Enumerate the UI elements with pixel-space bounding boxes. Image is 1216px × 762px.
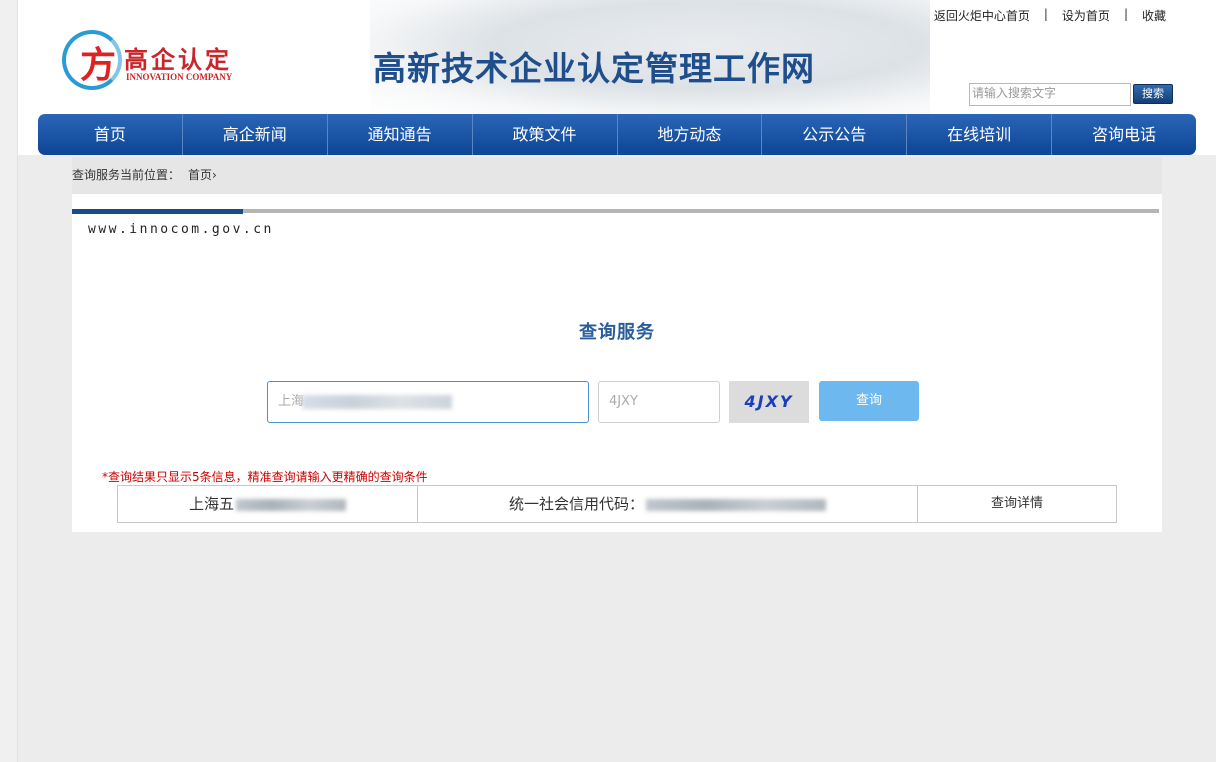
bookmark-link[interactable]: 收藏 xyxy=(1142,7,1166,24)
breadcrumb-arrow-icon: › xyxy=(212,168,217,182)
redacted-text xyxy=(302,395,452,409)
captcha-input[interactable]: 4JXY xyxy=(598,381,720,423)
nav-item-news[interactable]: 高企新闻 xyxy=(183,114,328,155)
result-credit-code: 统一社会信用代码： xyxy=(418,486,918,522)
nav-item-announcements[interactable]: 公示公告 xyxy=(762,114,908,155)
breadcrumb: 查询服务当前位置： 首页› xyxy=(72,157,1162,194)
page-left-edge xyxy=(0,0,18,762)
site-header: 返回火炬中心首页 | 设为首页 | 收藏 方 高企认定 INNOVATION C… xyxy=(40,0,1196,114)
top-links: 返回火炬中心首页 | 设为首页 | 收藏 xyxy=(934,7,1166,24)
breadcrumb-home-link[interactable]: 首页 xyxy=(188,168,212,182)
table-row: 上海五 统一社会信用代码： 查询详情 xyxy=(117,485,1117,523)
result-company-name: 上海五 xyxy=(118,486,418,522)
logo-text-en: INNOVATION COMPANY xyxy=(126,72,233,82)
divider-accent xyxy=(72,209,243,214)
captcha-image[interactable]: 4JXY xyxy=(729,381,809,423)
redacted-text xyxy=(646,498,826,511)
site-title: 高新技术企业认定管理工作网 xyxy=(373,49,815,88)
separator: | xyxy=(1043,7,1048,21)
logo[interactable]: 方 高企认定 INNOVATION COMPANY xyxy=(62,28,252,94)
query-button[interactable]: 查询 xyxy=(819,381,919,421)
nav-item-local[interactable]: 地方动态 xyxy=(618,114,763,155)
query-title: 查询服务 xyxy=(579,322,655,343)
logo-text-cn: 高企认定 xyxy=(124,46,232,74)
main-nav: 首页 高企新闻 通知通告 政策文件 地方动态 公示公告 在线培训 咨询电话 xyxy=(38,114,1196,155)
nav-item-home[interactable]: 首页 xyxy=(38,114,183,155)
nav-item-hotline[interactable]: 咨询电话 xyxy=(1052,114,1196,155)
result-detail-link[interactable]: 查询详情 xyxy=(918,486,1116,522)
company-name-input[interactable]: 上海 xyxy=(267,381,589,423)
breadcrumb-label: 查询服务当前位置： xyxy=(72,168,181,182)
site-url-text: www.innocom.gov.cn xyxy=(88,222,274,237)
separator: | xyxy=(1123,7,1128,21)
search-input[interactable]: 请输入搜索文字 xyxy=(969,83,1131,106)
query-panel: www.innocom.gov.cn 查询服务 上海 4JXY 4JXY 查询 … xyxy=(72,194,1162,532)
nav-item-policies[interactable]: 政策文件 xyxy=(473,114,618,155)
search-button[interactable]: 搜索 xyxy=(1133,84,1173,104)
return-home-link[interactable]: 返回火炬中心首页 xyxy=(934,7,1030,24)
set-homepage-link[interactable]: 设为首页 xyxy=(1062,7,1110,24)
nav-item-notices[interactable]: 通知通告 xyxy=(328,114,473,155)
nav-item-training[interactable]: 在线培训 xyxy=(907,114,1053,155)
redacted-text xyxy=(236,498,346,511)
result-notice: *查询结果只显示5条信息，精准查询请输入更精确的查询条件 xyxy=(102,470,428,484)
logo-mark-icon: 方 xyxy=(62,30,122,90)
